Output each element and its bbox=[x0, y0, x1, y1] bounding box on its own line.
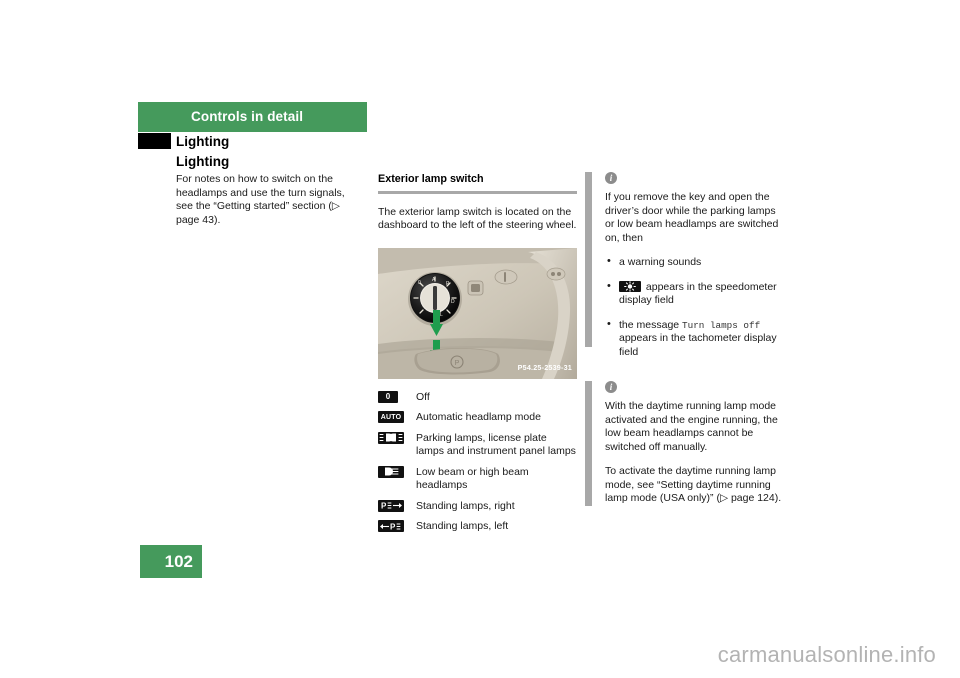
lamp-indicator-glyph bbox=[624, 280, 636, 292]
daytime-lamp-paragraph-2: To activate the daytime running lamp mod… bbox=[605, 465, 782, 504]
column-left: For notes on how to switch on the headla… bbox=[176, 173, 364, 238]
bullet-text: appears in the speedometer display field bbox=[619, 280, 777, 307]
legend-label: Off bbox=[416, 390, 430, 403]
daytime-lamp-paragraph-1: With the daytime running lamp mode activ… bbox=[605, 400, 778, 453]
dashboard-photo-illustration: 0 A P D L P bbox=[378, 247, 577, 379]
info-icon: i bbox=[605, 172, 617, 184]
standing-lamp-left-glyph: P bbox=[380, 522, 401, 531]
figure-dashboard-switch: 0 A P D L P P54.25-2539-31 bbox=[378, 247, 577, 379]
info-icon: i bbox=[605, 381, 617, 393]
info-block-bar bbox=[585, 381, 592, 506]
standing-lamp-left-icon: P bbox=[378, 520, 408, 532]
low-beam-headlamp-icon bbox=[378, 465, 408, 478]
low-beam-glyph bbox=[385, 467, 399, 476]
legend-label: Standing lamps, right bbox=[416, 499, 515, 512]
legend-label: Parking lamps, license plate lamps and i… bbox=[416, 431, 576, 458]
info-block-bar bbox=[585, 172, 592, 347]
legend-label: Automatic headlamp mode bbox=[416, 411, 541, 423]
legend-row: AUTO Automatic headlamp mode bbox=[378, 411, 577, 425]
lamp-indicator-icon bbox=[619, 280, 641, 292]
svg-text:P: P bbox=[381, 502, 387, 511]
left-paragraph: For notes on how to switch on the headla… bbox=[176, 173, 345, 226]
bullet-text-after: appears in the tachometer display field bbox=[619, 332, 777, 358]
chapter-label: Controls in detail bbox=[191, 109, 304, 124]
sub-heading-rule bbox=[378, 190, 577, 194]
bullet-speedometer-symbol: appears in the speedometer display field bbox=[605, 280, 785, 308]
page-number-box: 102 bbox=[140, 545, 202, 578]
bullet-text: a warning sounds bbox=[619, 256, 702, 268]
legend-row: 0 Off bbox=[378, 390, 577, 405]
svg-text:D: D bbox=[451, 299, 455, 305]
bullet-warning-sounds: a warning sounds bbox=[605, 255, 785, 270]
legend-label: Low beam or high beam headlamps bbox=[416, 465, 529, 492]
standing-lamp-right-glyph: P bbox=[381, 502, 402, 511]
bullet-tachometer-message: the message Turn lamps off appears in th… bbox=[605, 318, 785, 360]
legend-row: Low beam or high beam headlamps bbox=[378, 465, 577, 493]
info-bullet-list: a warning sounds bbox=[605, 255, 785, 360]
legend-row: Parking lamps, license plate lamps and i… bbox=[378, 431, 577, 459]
parking-lamps-glyph bbox=[379, 433, 403, 442]
svg-text:0: 0 bbox=[418, 280, 421, 286]
info-block-key-removed: i If you remove the key and open the dri… bbox=[585, 172, 785, 360]
svg-text:P: P bbox=[455, 360, 460, 367]
legend-row: P Standing lamps, right bbox=[378, 499, 577, 514]
section-heading: Lighting bbox=[176, 134, 230, 149]
info-block-daytime-running-lamps: i With the daytime running lamp mode act… bbox=[585, 381, 785, 506]
site-watermark: carmanualsonline.info bbox=[717, 642, 936, 667]
chapter-band: Controls in detail bbox=[138, 102, 367, 132]
lamp-switch-off-icon: 0 bbox=[378, 390, 408, 403]
legend-label: Standing lamps, left bbox=[416, 520, 509, 532]
lamp-switch-legend: 0 Off AUTO Automatic headlamp mode Parki… bbox=[378, 390, 577, 534]
manual-page: Controls in detail Lighting Lighting For… bbox=[0, 0, 960, 678]
display-message-text: Turn lamps off bbox=[682, 319, 761, 331]
section-marker-tab bbox=[138, 133, 171, 149]
topic-heading: Lighting bbox=[176, 154, 230, 169]
svg-text:P: P bbox=[390, 522, 396, 531]
lamp-switch-auto-icon: AUTO bbox=[378, 411, 408, 423]
column-middle: Exterior lamp switch The exterior lamp s… bbox=[378, 173, 577, 541]
page-number: 102 bbox=[164, 552, 193, 571]
info-intro-paragraph: If you remove the key and open the drive… bbox=[605, 191, 779, 244]
middle-paragraph: The exterior lamp switch is located on t… bbox=[378, 205, 577, 232]
parking-lamps-icon bbox=[378, 431, 408, 444]
svg-text:L: L bbox=[440, 312, 443, 318]
column-right: i If you remove the key and open the dri… bbox=[585, 172, 785, 528]
legend-row: P Standing lamps, left bbox=[378, 520, 577, 534]
standing-lamp-right-icon: P bbox=[378, 499, 408, 512]
sub-heading: Exterior lamp switch bbox=[378, 173, 484, 185]
figure-photo-code: P54.25-2539-31 bbox=[517, 363, 572, 372]
bullet-text-before: the message bbox=[619, 318, 683, 331]
